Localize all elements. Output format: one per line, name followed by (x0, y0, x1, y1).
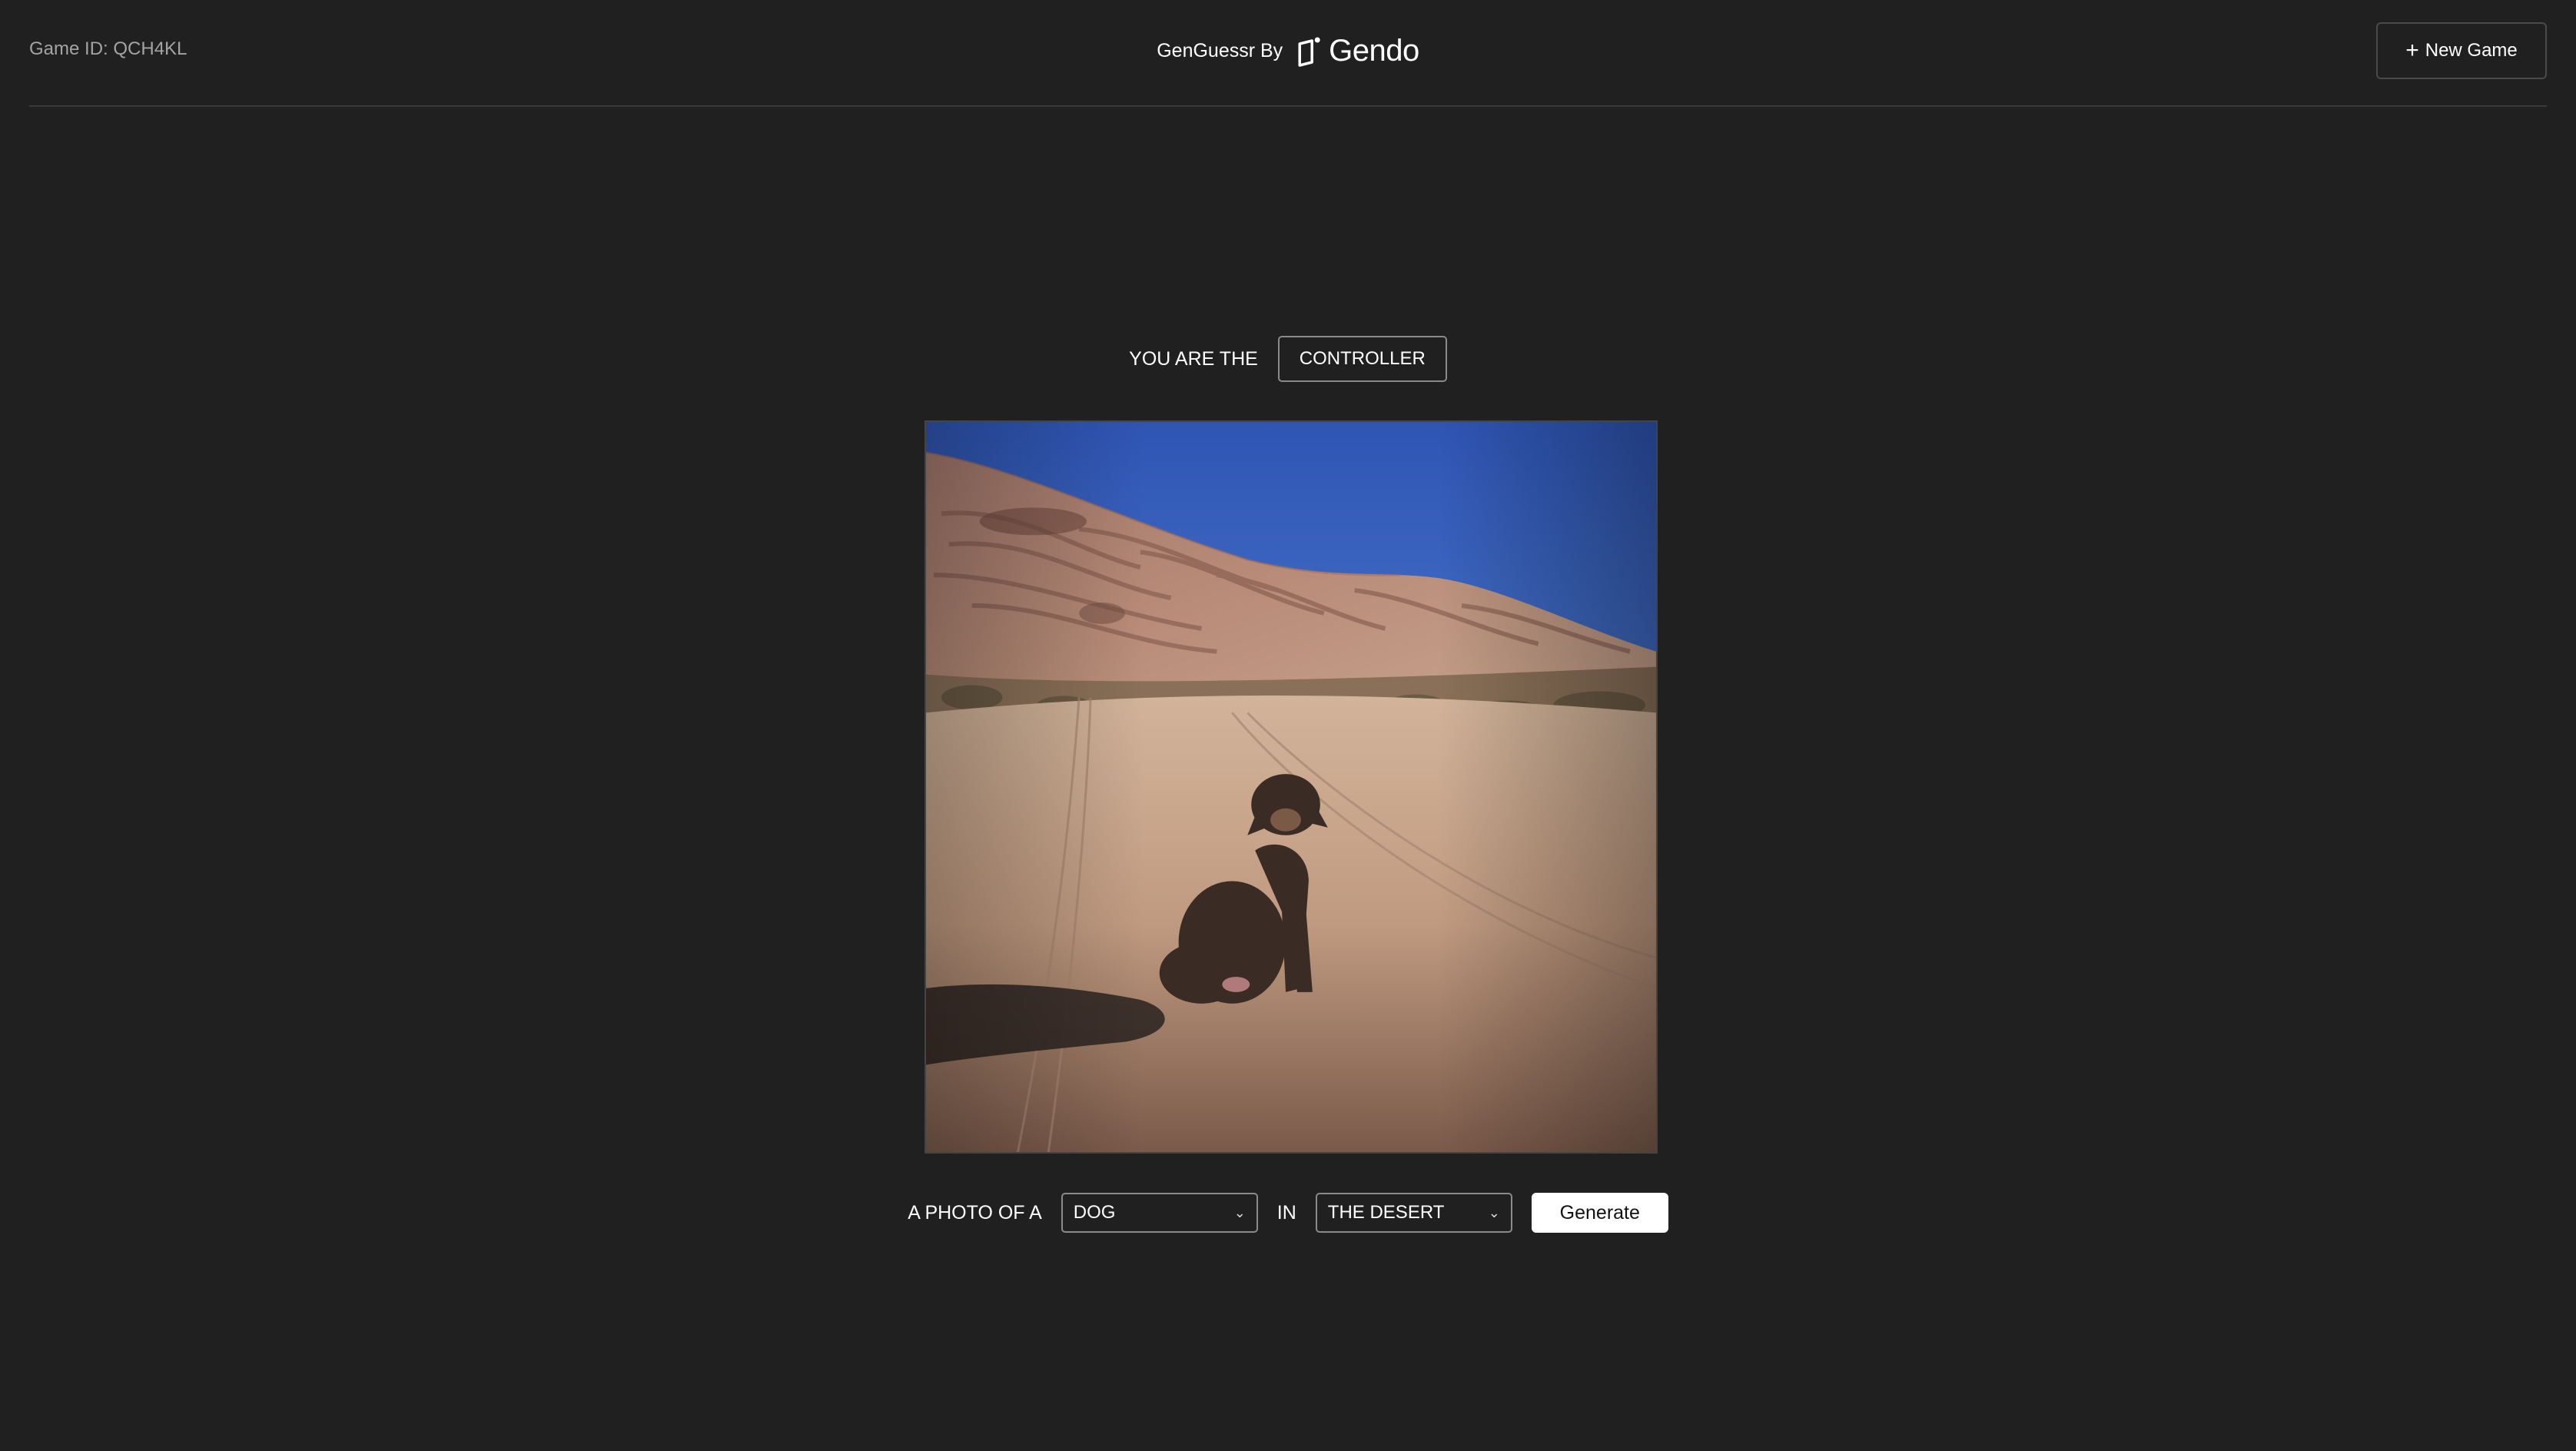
chevron-down-icon: ⌄ (1488, 1204, 1500, 1220)
generate-button[interactable]: Generate (1531, 1193, 1668, 1233)
new-game-label: New Game (2425, 40, 2518, 61)
location-select-value: THE DESERT (1327, 1202, 1445, 1223)
prompt-prefix: A PHOTO OF A (908, 1201, 1042, 1224)
new-game-button[interactable]: + New Game (2376, 22, 2547, 79)
brand-prefix: GenGuessr By (1157, 40, 1283, 61)
prompt-controls: A PHOTO OF A DOG ⌄ IN THE DESERT ⌄ Gener… (0, 1193, 2576, 1233)
prompt-joiner: IN (1276, 1201, 1296, 1224)
game-id: Game ID: QCH4KL (29, 38, 188, 59)
subject-select[interactable]: DOG ⌄ (1061, 1193, 1258, 1233)
gendo-logo: Gendo (1293, 34, 1419, 68)
brand: GenGuessr By Gendo (1157, 34, 1419, 68)
role-label: YOU ARE THE (1129, 347, 1258, 370)
dog-in-desert-illustration (926, 422, 1656, 1152)
chevron-down-icon: ⌄ (1233, 1204, 1246, 1220)
generated-image (925, 420, 1658, 1154)
gendo-logo-icon (1298, 37, 1320, 67)
location-select[interactable]: THE DESERT ⌄ (1315, 1193, 1512, 1233)
plus-icon: + (2405, 38, 2419, 63)
subject-select-value: DOG (1073, 1202, 1116, 1223)
role-indicator: YOU ARE THE CONTROLLER (0, 336, 2576, 382)
brand-name: Gendo (1329, 34, 1419, 68)
top-bar: Game ID: QCH4KL GenGuessr By Gendo + New… (29, 0, 2547, 107)
role-badge: CONTROLLER (1277, 336, 1447, 382)
